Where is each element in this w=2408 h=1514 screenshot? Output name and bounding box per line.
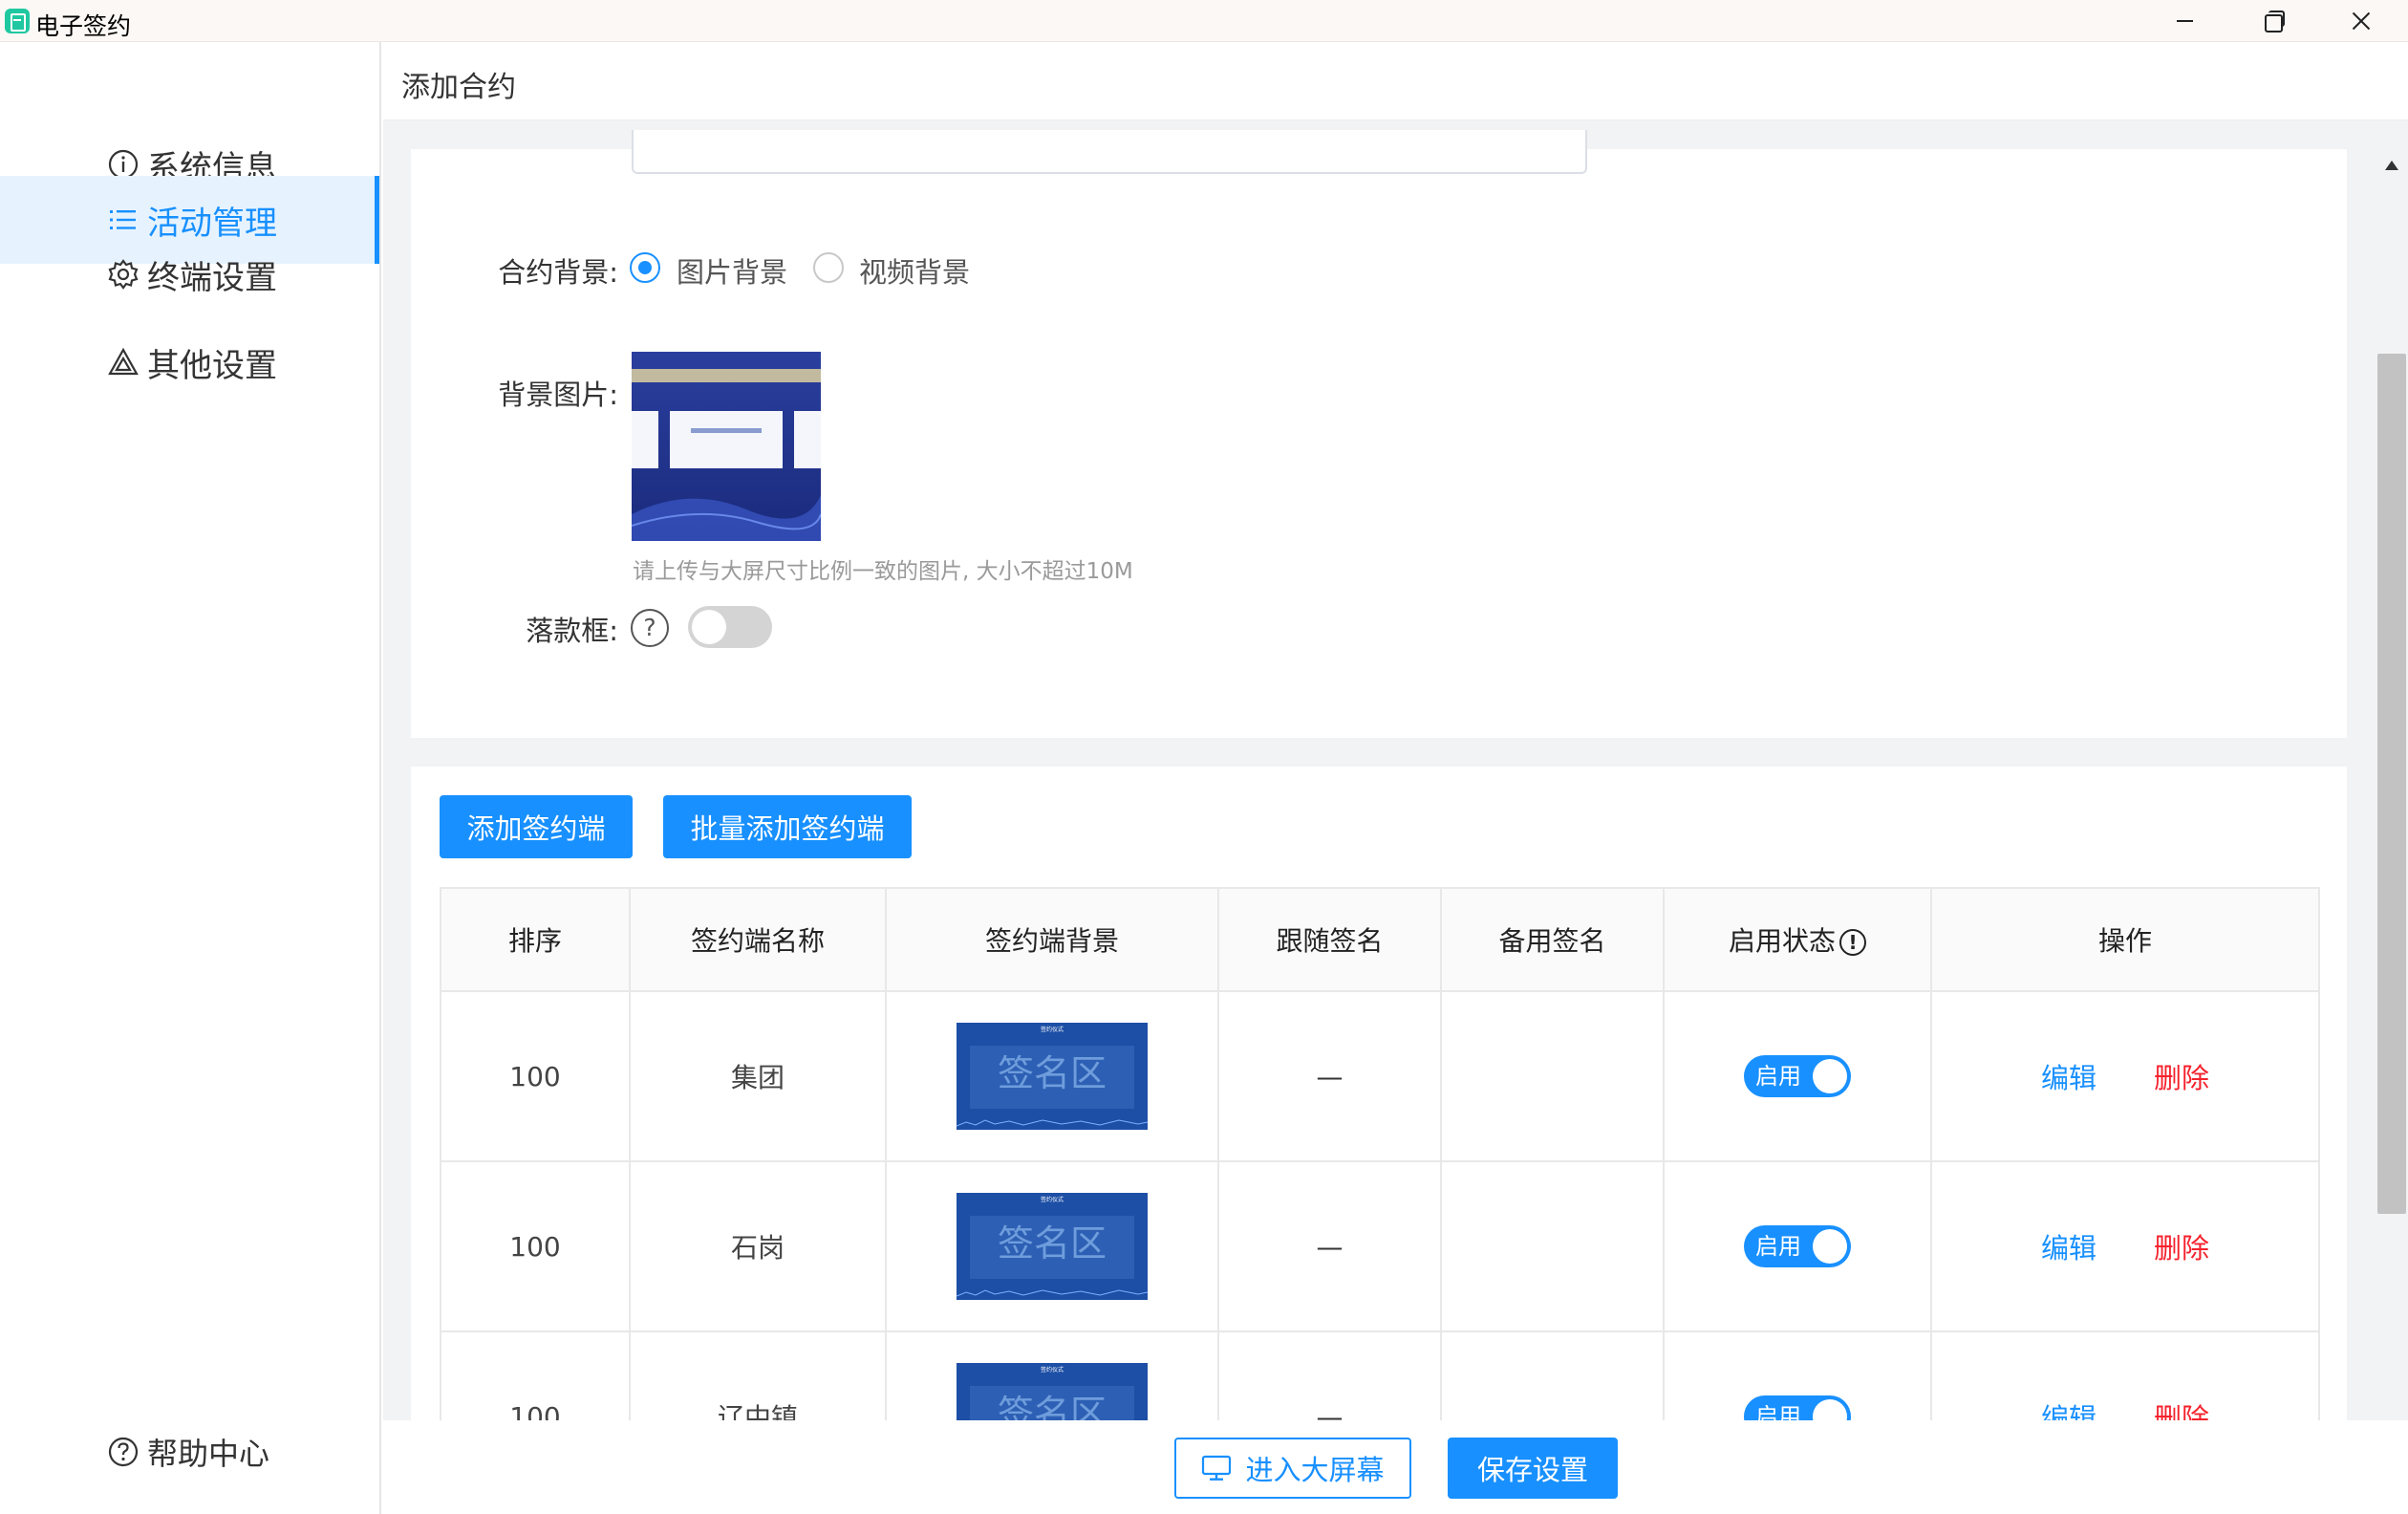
edit-link[interactable]: 编辑 [2041,1062,2096,1094]
table-row: 100 集团 签约仪式 签名区 — 启用 编辑 删除 [440,990,2320,1162]
window-title: 电子签约 [35,12,132,40]
cell-actions: 编辑 删除 [1930,990,2320,1162]
thumb-signature-area: 签名区 [998,1222,1107,1265]
radio-image-bg-label[interactable]: 图片背景 [677,250,787,291]
radio-video-bg-label[interactable]: 视频背景 [859,250,970,291]
radio-video-bg[interactable] [813,252,844,283]
monitor-icon [1202,1455,1232,1481]
terminal-table-card: 添加签约端 批量添加签约端 排序 签约端名称 签约端背景 跟随签名 备用签名 启… [411,767,2347,1420]
cell-backup-signature [1440,1160,1665,1332]
enter-big-screen-button[interactable]: 进入大屏幕 [1174,1438,1411,1499]
bg-image-label: 背景图片: [498,378,618,411]
empty-dash: — [1316,1060,1344,1092]
column-header: 备用签名 [1440,887,1665,992]
column-header: 排序 [440,887,631,992]
delete-link[interactable]: 删除 [2154,1062,2209,1094]
table-header-row: 排序 签约端名称 签约端背景 跟随签名 备用签名 启用状态! 操作 [440,887,2320,992]
thumb-signature-area: 签名区 [998,1393,1107,1420]
add-terminal-button[interactable]: 添加签约端 [440,795,633,858]
title-bar: 电子签约 [0,0,2408,42]
thumb-title: 签约仪式 [1041,1026,1064,1033]
thumb-title: 签约仪式 [1041,1366,1064,1373]
column-header: 跟随签名 [1217,887,1442,992]
bottom-action-bar: 进入大屏幕 保存设置 [383,1420,2408,1514]
gear-icon [107,258,140,291]
enter-big-screen-label: 进入大屏幕 [1245,1454,1385,1486]
cell-order: 100 [440,990,631,1162]
delete-link[interactable]: 删除 [2154,1402,2209,1420]
radio-image-bg[interactable] [630,252,660,283]
batch-add-terminal-button[interactable]: 批量添加签约端 [663,795,912,858]
restore-button[interactable] [2228,0,2316,42]
table-row: 100 辽中镇 签约仪式 签名区 — 启用 编辑 删除 [440,1330,2320,1421]
cell-order: 100 [440,1330,631,1420]
cell-order: 100 [440,1160,631,1332]
sidebar-item-label: 终端设置 [147,258,277,297]
terminal-bg-thumbnail[interactable]: 签约仪式 签名区 [957,1193,1148,1300]
terminal-table: 排序 签约端名称 签约端背景 跟随签名 备用签名 启用状态! 操作 100 集团… [440,887,2320,1420]
info-icon[interactable]: ! [1839,929,1866,956]
edit-link[interactable]: 编辑 [2041,1402,2096,1420]
cell-actions: 编辑 删除 [1930,1330,2320,1420]
sidebar-item-terminal-settings[interactable]: 终端设置 [0,230,379,318]
cell-name: 辽中镇 [629,1330,887,1420]
cell-name: 集团 [629,990,887,1162]
empty-dash: — [1316,1230,1344,1263]
page-title: 添加合约 [401,71,516,104]
scrollbar-thumb[interactable] [2377,354,2406,1214]
column-header-label: 启用状态 [1728,925,1836,957]
help-center-label: 帮助中心 [147,1436,270,1472]
cell-background: 签约仪式 签名区 [885,990,1219,1162]
signature-box-toggle[interactable] [688,606,772,648]
cell-name: 石岗 [629,1160,887,1332]
cell-follow-signature: — [1217,1330,1442,1421]
page-header: 添加合约 [383,42,2408,120]
cell-backup-signature [1440,1330,1665,1420]
table-row: 100 石岗 签约仪式 签名区 — 启用 编辑 删除 [440,1160,2320,1332]
delete-link[interactable]: 删除 [2154,1232,2209,1265]
cell-background: 签约仪式 签名区 [885,1160,1219,1332]
edit-link[interactable]: 编辑 [2041,1232,2096,1265]
cell-follow-signature: — [1217,1160,1442,1332]
cell-backup-signature [1440,990,1665,1162]
close-button[interactable] [2316,0,2404,42]
thumb-title: 签约仪式 [1041,1196,1064,1203]
thumb-signature-area: 签名区 [998,1052,1107,1094]
terminal-bg-thumbnail[interactable]: 签约仪式 签名区 [957,1363,1148,1420]
column-header: 操作 [1930,887,2320,992]
triangle-icon [107,346,140,378]
sidebar-item-other-settings[interactable]: 其他设置 [0,318,379,406]
signature-box-label: 落款框: [526,615,618,647]
enable-toggle[interactable]: 启用 [1744,1055,1851,1097]
minimize-button[interactable] [2140,0,2228,42]
contract-name-input[interactable] [632,130,1587,174]
cell-status: 启用 [1663,1160,1932,1332]
column-header-status: 启用状态! [1663,887,1932,992]
column-header: 签约端名称 [629,887,887,992]
cell-follow-signature: — [1217,990,1442,1162]
question-icon [108,1437,139,1467]
cell-status: 启用 [1663,1330,1932,1420]
sidebar: 系统信息 活动管理 终端设置 其他设置 [0,42,381,1514]
scroll-up-arrow-icon[interactable] [2385,161,2398,170]
question-icon[interactable]: ? [631,609,669,647]
cell-status: 启用 [1663,990,1932,1162]
column-header: 签约端背景 [885,887,1219,992]
enable-toggle[interactable]: 启用 [1744,1225,1851,1267]
cell-background: 签约仪式 签名区 [885,1330,1219,1420]
upload-hint: 请上传与大屏尺寸比例一致的图片, 大小不超过10M [633,559,1133,584]
empty-dash: — [1316,1400,1344,1421]
contract-bg-label: 合约背景: [498,256,618,289]
app-logo-icon [5,9,30,33]
sidebar-item-label: 其他设置 [147,346,277,385]
save-settings-button[interactable]: 保存设置 [1448,1438,1618,1499]
enable-toggle[interactable]: 启用 [1744,1395,1851,1420]
bg-image-preview[interactable] [632,352,821,541]
cell-actions: 编辑 删除 [1930,1160,2320,1332]
terminal-bg-thumbnail[interactable]: 签约仪式 签名区 [957,1023,1148,1130]
help-center-link[interactable]: 帮助中心 [107,1430,269,1474]
